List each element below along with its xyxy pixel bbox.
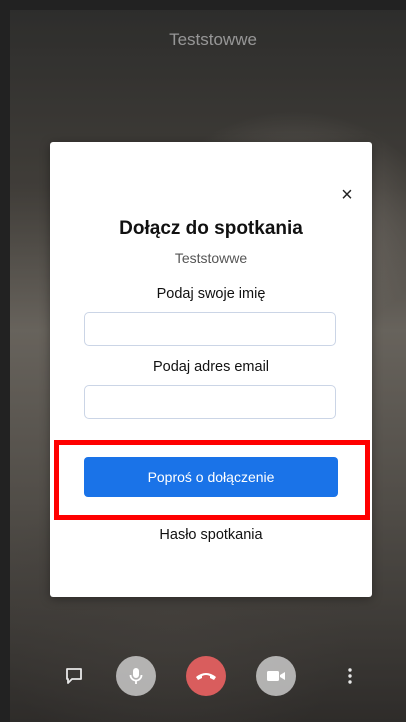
name-label: Podaj swoje imię <box>156 286 266 302</box>
meeting-password-label[interactable]: Hasło spotkania <box>50 527 372 543</box>
call-toolbar <box>0 656 406 722</box>
name-input[interactable] <box>84 312 336 346</box>
more-icon[interactable] <box>336 662 364 690</box>
microphone-icon[interactable] <box>116 656 156 696</box>
camera-icon[interactable] <box>256 656 296 696</box>
hang-up-icon[interactable] <box>186 656 226 696</box>
close-icon[interactable]: × <box>336 184 358 206</box>
email-label: Podaj adres email <box>152 359 270 375</box>
join-dialog: × Dołącz do spotkania Teststowwe Podaj s… <box>50 142 372 597</box>
dialog-title: Dołącz do spotkania <box>119 218 303 239</box>
email-input[interactable] <box>84 385 336 419</box>
chat-icon[interactable] <box>60 662 88 690</box>
highlight-box <box>54 440 370 520</box>
dialog-meeting-name: Teststowwe <box>174 250 248 266</box>
